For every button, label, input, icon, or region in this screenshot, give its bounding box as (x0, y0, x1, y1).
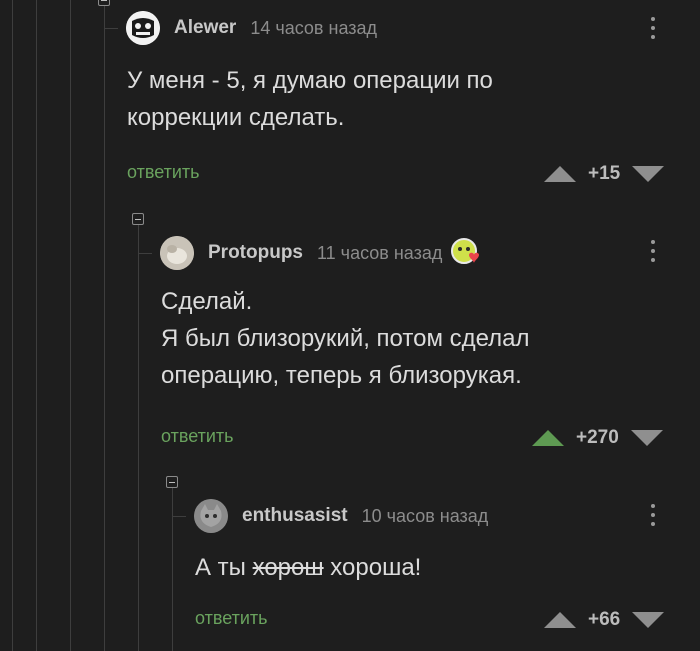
avatar-image (126, 11, 160, 45)
downvote-icon[interactable] (630, 430, 663, 446)
collapse-toggle[interactable] (132, 213, 144, 225)
avatar[interactable] (160, 236, 194, 270)
thread-line (172, 488, 173, 651)
thread-line (138, 225, 139, 651)
reply-link[interactable]: ответить (195, 608, 268, 629)
comment-score: +270 (576, 427, 619, 448)
comment-text: У меня - 5, я думаю операции по коррекци… (127, 67, 493, 131)
thread-connector (104, 28, 118, 29)
award-badge-icon[interactable] (450, 237, 482, 269)
reply-link[interactable]: ответить (127, 162, 200, 183)
avatar-image (160, 236, 194, 270)
collapse-toggle[interactable] (98, 0, 110, 6)
vote-controls: +15 (544, 163, 665, 185)
comment-time: 14 часов назад (250, 17, 378, 38)
comment-author[interactable]: Alewer (174, 17, 236, 39)
thread-line (36, 0, 37, 651)
avatar[interactable] (126, 11, 160, 45)
upvote-icon[interactable] (532, 430, 564, 446)
comment-score: +15 (588, 163, 621, 184)
vote-controls: +66 (544, 609, 665, 631)
more-options-icon[interactable] (650, 504, 656, 526)
thread-connector (138, 253, 152, 254)
avatar-image (194, 499, 228, 533)
upvote-icon[interactable] (544, 612, 576, 628)
comment-text: А ты хорош хороша! (195, 554, 422, 581)
vote-controls: +270 (532, 427, 663, 449)
thread-line (104, 0, 105, 651)
collapse-toggle[interactable] (166, 476, 178, 488)
upvote-icon[interactable] (544, 166, 576, 182)
avatar[interactable] (194, 499, 228, 533)
comment-score: +66 (588, 609, 621, 630)
thread-line (70, 0, 71, 651)
more-options-icon[interactable] (650, 240, 656, 262)
reply-link[interactable]: ответить (161, 426, 234, 447)
comment-author[interactable]: Protopups (208, 242, 303, 264)
comment-time: 11 часов назад (317, 242, 443, 263)
comment-time: 10 часов назад (361, 505, 489, 526)
downvote-icon[interactable] (632, 612, 665, 628)
struck-word: хорош (252, 554, 324, 581)
comment-author[interactable]: enthusasist (242, 505, 348, 527)
more-options-icon[interactable] (650, 17, 656, 39)
downvote-icon[interactable] (632, 166, 665, 182)
thread-connector (172, 516, 186, 517)
thread-line (12, 0, 13, 651)
comment-text: Сделай. Я был близорукий, потом сделал о… (161, 288, 530, 389)
